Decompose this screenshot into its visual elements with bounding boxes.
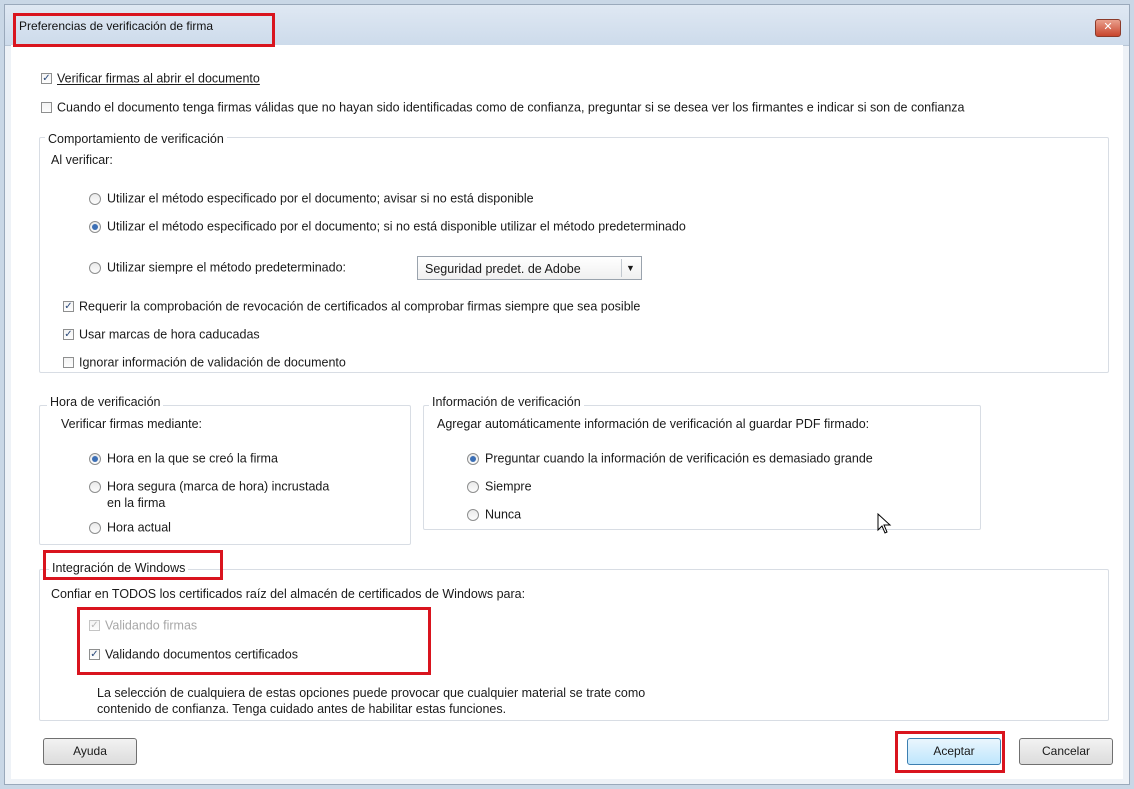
- help-button[interactable]: Ayuda: [43, 738, 137, 765]
- radio-secure-time[interactable]: Hora segura (marca de hora) incrustada: [89, 479, 329, 494]
- radio-label: Utilizar siempre el método predeterminad…: [107, 260, 346, 275]
- verify-on-open-checkbox[interactable]: ✓ Verificar firmas al abrir el documento: [41, 71, 260, 86]
- radio-method-warn[interactable]: Utilizar el método especificado por el d…: [89, 191, 534, 206]
- ignore-validation-info-checkbox[interactable]: Ignorar información de validación de doc…: [63, 355, 346, 370]
- group-subtitle: Agregar automáticamente información de v…: [437, 417, 870, 431]
- checkbox-icon: ✓: [63, 301, 74, 313]
- radio-label: Hora actual: [107, 520, 171, 535]
- radio-label: Siempre: [485, 479, 532, 494]
- radio-method-always-default[interactable]: Utilizar siempre el método predeterminad…: [89, 260, 346, 275]
- radio-label: Hora en la que se creó la firma: [107, 451, 278, 466]
- radio-never[interactable]: Nunca: [467, 507, 521, 522]
- dialog-window: Preferencias de verificación de firma ✕ …: [4, 4, 1130, 785]
- warning-note-line2: contenido de confianza. Tenga cuidado an…: [97, 702, 507, 716]
- radio-label: Nunca: [485, 507, 522, 522]
- radio-signature-time[interactable]: Hora en la que se creó la firma: [89, 451, 278, 466]
- radio-current-time[interactable]: Hora actual: [89, 520, 171, 535]
- checkbox-label: Cuando el documento tenga firmas válidas…: [57, 100, 965, 115]
- checkbox-icon: ✓: [63, 329, 74, 341]
- group-subtitle: Confiar en TODOS los certificados raíz d…: [51, 587, 526, 601]
- warning-note-line1: La selección de cualquiera de estas opci…: [97, 686, 646, 700]
- checkbox-icon: [41, 102, 52, 114]
- close-button[interactable]: ✕: [1095, 19, 1121, 37]
- group-title: Hora de verificación: [47, 395, 164, 409]
- checkbox-label: Ignorar información de validación de doc…: [79, 355, 346, 370]
- radio-label-continued: en la firma: [107, 496, 166, 510]
- dropdown-value: Seguridad predet. de Adobe: [425, 262, 581, 276]
- radio-icon: [467, 452, 479, 465]
- group-subtitle: Verificar firmas mediante:: [61, 417, 203, 431]
- radio-ask-when-large[interactable]: Preguntar cuando la información de verif…: [467, 451, 873, 466]
- radio-icon: [89, 261, 101, 274]
- radio-label: Preguntar cuando la información de verif…: [485, 451, 873, 466]
- radio-icon: [89, 452, 101, 465]
- highlight-ok-button: [895, 731, 1005, 773]
- highlight-windows-integration: [43, 550, 223, 580]
- radio-method-fallback[interactable]: Utilizar el método especificado por el d…: [89, 219, 686, 234]
- radio-icon: [467, 480, 479, 493]
- group-title: Comportamiento de verificación: [45, 132, 227, 146]
- require-revocation-checkbox[interactable]: ✓ Requerir la comprobación de revocación …: [63, 299, 640, 314]
- radio-label: Hora segura (marca de hora) incrustada: [107, 479, 330, 494]
- cancel-button[interactable]: Cancelar: [1019, 738, 1113, 765]
- mouse-cursor-icon: [877, 513, 892, 534]
- expired-timestamps-checkbox[interactable]: ✓ Usar marcas de hora caducadas: [63, 327, 260, 342]
- radio-icon: [89, 480, 101, 493]
- group-title: Información de verificación: [429, 395, 584, 409]
- checkbox-label: Verificar firmas al abrir el documento: [57, 71, 260, 86]
- highlight-windows-checkboxes: [77, 607, 431, 675]
- ask-trust-signers-checkbox[interactable]: Cuando el documento tenga firmas válidas…: [41, 100, 964, 115]
- chevron-down-icon: ▼: [621, 259, 639, 277]
- radio-label: Utilizar el método especificado por el d…: [107, 219, 686, 234]
- highlight-title: [13, 13, 275, 47]
- checkbox-icon: [63, 357, 74, 369]
- group-subtitle: Al verificar:: [51, 153, 113, 167]
- radio-icon: [467, 508, 479, 521]
- radio-icon: [89, 192, 101, 205]
- radio-icon: [89, 220, 101, 233]
- checkbox-label: Usar marcas de hora caducadas: [79, 327, 260, 342]
- radio-always[interactable]: Siempre: [467, 479, 532, 494]
- checkbox-icon: ✓: [41, 73, 52, 85]
- radio-icon: [89, 521, 101, 534]
- radio-label: Utilizar el método especificado por el d…: [107, 191, 534, 206]
- checkbox-label: Requerir la comprobación de revocación d…: [79, 299, 641, 314]
- default-method-dropdown[interactable]: Seguridad predet. de Adobe ▼: [417, 256, 642, 280]
